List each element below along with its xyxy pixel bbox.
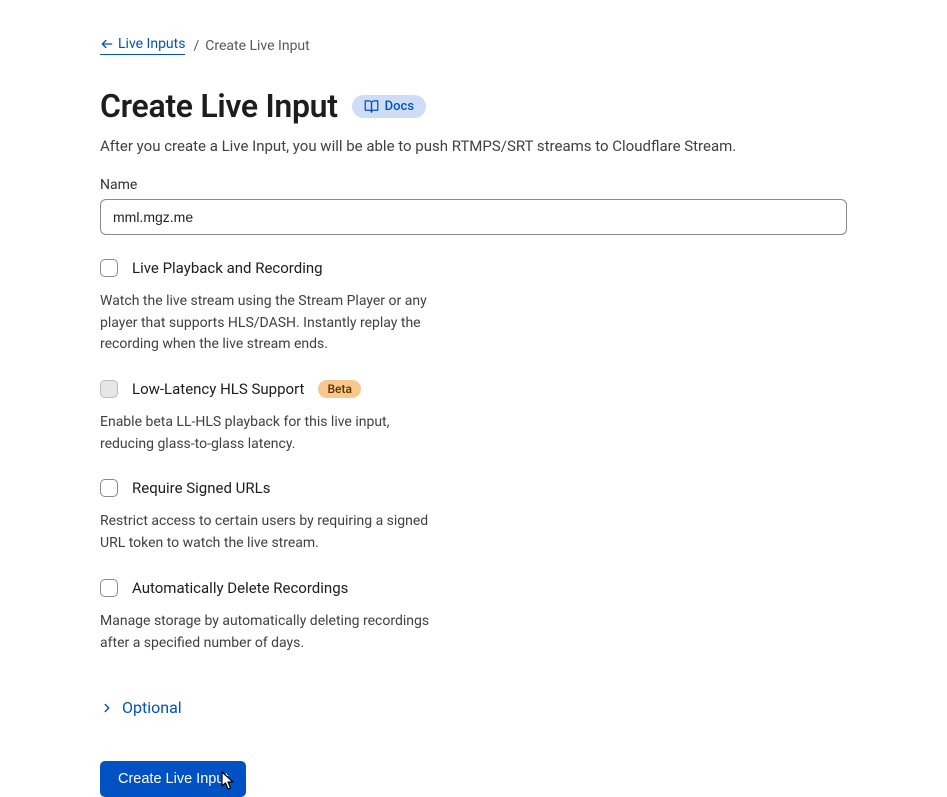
live-playback-checkbox[interactable] — [100, 259, 118, 277]
optional-toggle[interactable]: Optional — [100, 698, 847, 717]
page-subtitle: After you create a Live Input, you will … — [100, 137, 847, 155]
docs-button[interactable]: Docs — [352, 95, 426, 118]
chevron-right-icon — [100, 701, 114, 715]
signed-urls-checkbox[interactable] — [100, 479, 118, 497]
page-title: Create Live Input — [100, 87, 338, 125]
optional-label: Optional — [122, 698, 182, 717]
docs-label: Docs — [385, 99, 414, 114]
auto-delete-desc: Manage storage by automatically deleting… — [100, 611, 430, 654]
arrow-left-icon — [100, 37, 114, 51]
signed-urls-label: Require Signed URLs — [132, 479, 270, 497]
name-input[interactable] — [100, 199, 847, 235]
book-icon — [364, 99, 379, 114]
ll-hls-desc: Enable beta LL-HLS playback for this liv… — [100, 412, 430, 455]
breadcrumb: Live Inputs / Create Live Input — [100, 36, 847, 55]
signed-urls-desc: Restrict access to certain users by requ… — [100, 511, 430, 554]
ll-hls-label: Low-Latency HLS Support — [132, 380, 304, 398]
breadcrumb-parent-label: Live Inputs — [118, 36, 185, 52]
breadcrumb-current: Create Live Input — [205, 38, 309, 54]
beta-badge: Beta — [318, 380, 360, 398]
ll-hls-checkbox — [100, 380, 118, 398]
auto-delete-checkbox[interactable] — [100, 579, 118, 597]
name-label: Name — [100, 177, 847, 193]
breadcrumb-parent-link[interactable]: Live Inputs — [100, 36, 185, 55]
auto-delete-label: Automatically Delete Recordings — [132, 579, 348, 597]
create-live-input-button[interactable]: Create Live Input — [100, 761, 246, 797]
live-playback-desc: Watch the live stream using the Stream P… — [100, 291, 430, 356]
live-playback-label: Live Playback and Recording — [132, 259, 323, 277]
breadcrumb-separator: / — [193, 38, 199, 54]
